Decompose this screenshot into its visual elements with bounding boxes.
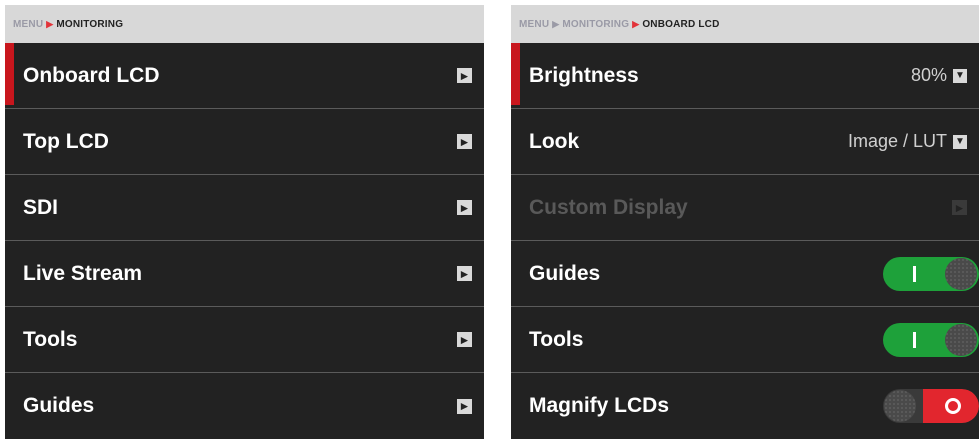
setting-tools[interactable]: Tools bbox=[511, 307, 979, 373]
chevron-right-icon: ► bbox=[952, 200, 967, 215]
setting-look[interactable]: Look Image / LUT ▼ bbox=[511, 109, 979, 175]
setting-magnify-lcds[interactable]: Magnify LCDs bbox=[511, 373, 979, 439]
tools-toggle[interactable] bbox=[883, 322, 979, 357]
chevron-right-icon[interactable]: ► bbox=[457, 134, 472, 149]
menu-item-label: Live Stream bbox=[23, 261, 143, 285]
setting-label: Brightness bbox=[529, 63, 639, 87]
toggle-knob[interactable] bbox=[945, 257, 977, 290]
menu-item-label: Onboard LCD bbox=[23, 63, 160, 87]
chevron-right-icon[interactable]: ► bbox=[457, 332, 472, 347]
menu-item-label: SDI bbox=[23, 195, 59, 219]
caret-down-icon[interactable]: ▼ bbox=[953, 134, 967, 149]
onboard-lcd-settings-panel: MENU ▶ MONITORING ▶ ONBOARD LCD Brightne… bbox=[511, 5, 979, 439]
chevron-right-icon: ▶ bbox=[632, 18, 640, 29]
brightness-value[interactable]: 80% bbox=[911, 65, 947, 86]
magnify-lcds-toggle[interactable] bbox=[883, 389, 979, 423]
breadcrumb-monitoring[interactable]: MONITORING bbox=[562, 19, 629, 30]
chevron-right-icon[interactable]: ► bbox=[457, 200, 472, 215]
breadcrumb-menu[interactable]: MENU bbox=[519, 19, 549, 30]
setting-label: Custom Display bbox=[529, 195, 688, 219]
monitoring-menu-panel: MENU ▶ MONITORING Onboard LCD ► Top LCD … bbox=[5, 5, 484, 439]
menu-item-top-lcd[interactable]: Top LCD ► bbox=[5, 109, 484, 175]
setting-label: Look bbox=[529, 129, 580, 153]
menu-item-live-stream[interactable]: Live Stream ► bbox=[5, 241, 484, 307]
menu-list: Onboard LCD ► Top LCD ► SDI ► Live Strea… bbox=[5, 43, 484, 439]
setting-guides[interactable]: Guides bbox=[511, 241, 979, 307]
toggle-knob[interactable] bbox=[884, 390, 916, 422]
setting-label: Guides bbox=[529, 261, 601, 285]
menu-item-label: Tools bbox=[23, 327, 78, 351]
guides-toggle[interactable] bbox=[883, 256, 979, 291]
chevron-right-icon[interactable]: ► bbox=[457, 398, 472, 414]
toggle-off-mark bbox=[945, 398, 961, 414]
chevron-right-icon[interactable]: ► bbox=[457, 68, 472, 83]
menu-item-sdi[interactable]: SDI ► bbox=[5, 175, 484, 241]
chevron-right-icon: ▶ bbox=[552, 18, 560, 29]
active-indicator bbox=[5, 43, 14, 105]
toggle-on-mark bbox=[913, 331, 916, 348]
toggle-on-mark bbox=[913, 265, 916, 282]
chevron-right-icon: ▶ bbox=[46, 18, 54, 29]
menu-item-guides[interactable]: Guides ► bbox=[5, 373, 484, 439]
menu-item-label: Guides bbox=[23, 394, 95, 417]
setting-label: Magnify LCDs bbox=[529, 394, 670, 417]
settings-list: Brightness 80% ▼ Look Image / LUT ▼ Cust… bbox=[511, 43, 979, 439]
breadcrumb-menu[interactable]: MENU bbox=[13, 19, 43, 30]
chevron-right-icon[interactable]: ► bbox=[457, 266, 472, 281]
menu-item-onboard-lcd[interactable]: Onboard LCD ► bbox=[5, 43, 484, 109]
setting-label: Tools bbox=[529, 327, 584, 351]
active-indicator bbox=[511, 43, 520, 105]
setting-custom-display: Custom Display ► bbox=[511, 175, 979, 241]
breadcrumb: MENU ▶ MONITORING bbox=[5, 5, 484, 43]
setting-brightness[interactable]: Brightness 80% ▼ bbox=[511, 43, 979, 109]
caret-down-icon[interactable]: ▼ bbox=[953, 68, 967, 83]
look-value[interactable]: Image / LUT bbox=[848, 131, 947, 152]
menu-item-label: Top LCD bbox=[23, 129, 109, 153]
breadcrumb-current: MONITORING bbox=[56, 18, 124, 30]
toggle-knob[interactable] bbox=[945, 323, 977, 356]
breadcrumb-current: ONBOARD LCD bbox=[642, 18, 720, 30]
breadcrumb: MENU ▶ MONITORING ▶ ONBOARD LCD bbox=[511, 5, 979, 43]
menu-item-tools[interactable]: Tools ► bbox=[5, 307, 484, 373]
